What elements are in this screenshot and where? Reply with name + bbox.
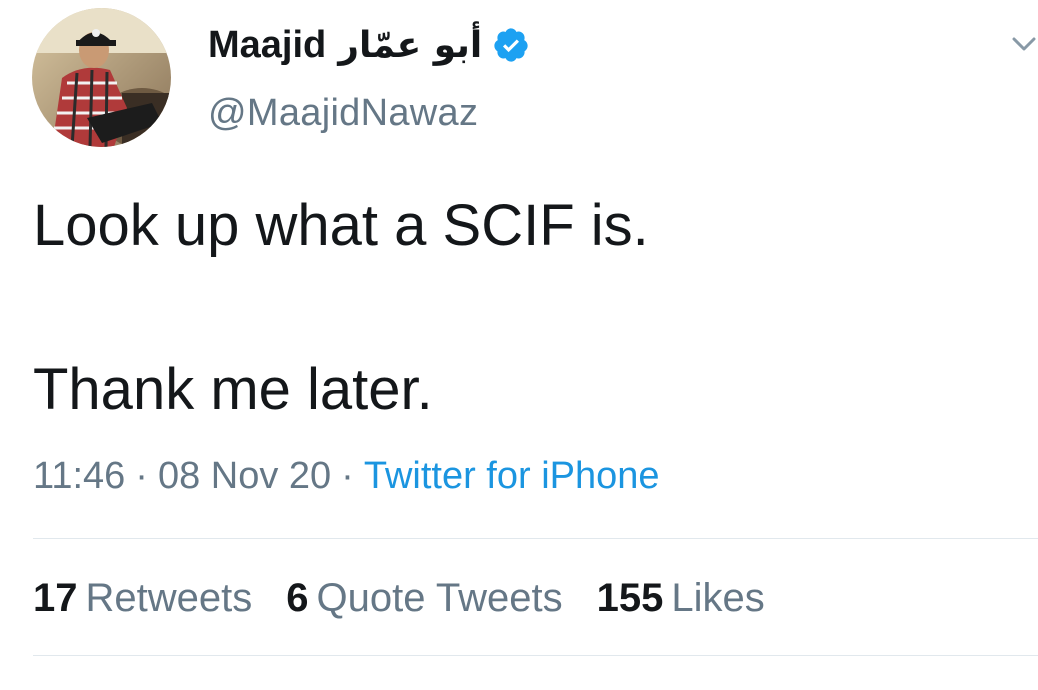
- name-row[interactable]: Maajid أبو عمّار: [208, 20, 530, 70]
- retweets-stat[interactable]: 17 Retweets: [33, 576, 252, 621]
- divider: [33, 655, 1038, 656]
- likes-stat[interactable]: 155 Likes: [597, 576, 765, 621]
- handle[interactable]: @MaajidNawaz: [208, 92, 530, 135]
- tweet-stats: 17 Retweets 6 Quote Tweets 155 Likes: [33, 576, 765, 621]
- tweet-source-link[interactable]: Twitter for iPhone: [364, 455, 660, 497]
- verified-badge-icon: [492, 26, 530, 64]
- quote-tweets-label: Quote Tweets: [316, 576, 563, 620]
- likes-count: 155: [596, 576, 664, 620]
- display-name[interactable]: Maajid: [208, 24, 326, 67]
- tweet-meta: 11:46 · 08 Nov 20 · Twitter for iPhone: [33, 455, 660, 498]
- tweet-text-line-2: Thank me later.: [33, 357, 433, 422]
- tweet-text-line-1: Look up what a SCIF is.: [33, 193, 649, 258]
- tweet-detail: Maajid أبو عمّار @MaajidNawaz Look up wh…: [0, 0, 1038, 690]
- avatar[interactable]: [32, 8, 171, 147]
- avatar-photo: [32, 8, 171, 147]
- chevron-down-icon[interactable]: [1010, 30, 1038, 58]
- quote-tweets-count: 6: [286, 576, 309, 620]
- tweet-text: Look up what a SCIF is. Thank me later.: [33, 192, 1003, 424]
- retweets-count: 17: [33, 576, 78, 620]
- meta-separator: ·: [341, 455, 354, 497]
- tweet-text-spacer: [33, 260, 1003, 356]
- retweets-label: Retweets: [85, 576, 253, 620]
- author-info: Maajid أبو عمّار @MaajidNawaz: [208, 20, 530, 134]
- divider: [33, 538, 1038, 539]
- meta-separator: ·: [135, 455, 148, 497]
- likes-label: Likes: [671, 576, 765, 620]
- tweet-time[interactable]: 11:46: [33, 455, 125, 497]
- tweet-date[interactable]: 08 Nov 20: [158, 455, 331, 497]
- quote-tweets-stat[interactable]: 6 Quote Tweets: [286, 576, 562, 621]
- display-name-arabic[interactable]: أبو عمّار: [338, 25, 482, 66]
